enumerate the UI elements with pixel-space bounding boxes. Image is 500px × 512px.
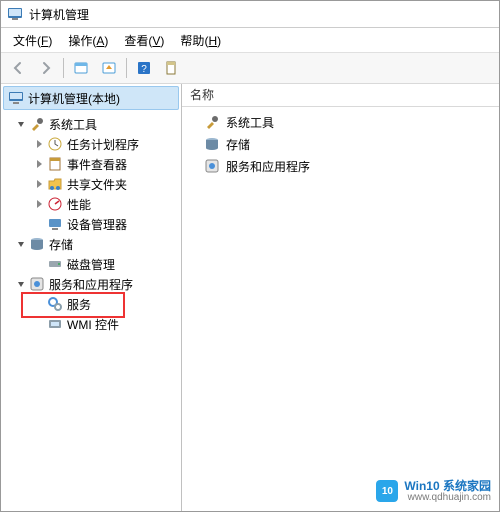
device-icon bbox=[47, 216, 63, 232]
list-item-storage[interactable]: 存储 bbox=[182, 133, 499, 155]
watermark-logo: 10 bbox=[376, 480, 398, 502]
tree-task-scheduler[interactable]: 任务计划程序 bbox=[1, 134, 181, 154]
toolbar-forward-button[interactable] bbox=[33, 55, 59, 81]
tree-label: 性能 bbox=[67, 196, 91, 213]
watermark-url: www.qdhuajin.com bbox=[408, 493, 491, 504]
tree-root-label: 计算机管理(本地) bbox=[28, 90, 120, 107]
tree-wmi[interactable]: WMI 控件 bbox=[1, 314, 181, 334]
tree-label: 服务和应用程序 bbox=[49, 276, 133, 293]
tree-disk-management[interactable]: 磁盘管理 bbox=[1, 254, 181, 274]
menu-file[interactable]: 文件(F) bbox=[5, 30, 60, 51]
list-item-label: 存储 bbox=[226, 136, 250, 153]
tree-label: 服务 bbox=[67, 296, 91, 313]
tree-label: 共享文件夹 bbox=[67, 176, 127, 193]
menu-view[interactable]: 查看(V) bbox=[116, 30, 172, 51]
chevron-right-icon[interactable] bbox=[33, 138, 45, 150]
window-frame: 计算机管理 文件(F) 操作(A) 查看(V) 帮助(H) ? bbox=[0, 0, 500, 512]
storage-icon bbox=[29, 236, 45, 252]
services-apps-icon bbox=[204, 158, 220, 174]
list-item-label: 服务和应用程序 bbox=[226, 158, 310, 175]
tree-event-viewer[interactable]: 事件查看器 bbox=[1, 154, 181, 174]
menu-bar: 文件(F) 操作(A) 查看(V) 帮助(H) bbox=[1, 28, 499, 53]
watermark-title: Win10 系统家园 bbox=[404, 480, 491, 493]
tree-label: 事件查看器 bbox=[67, 156, 127, 173]
folder-share-icon bbox=[47, 176, 63, 192]
tree-shared-folders[interactable]: 共享文件夹 bbox=[1, 174, 181, 194]
list-body: 系统工具 存储 服务和应用程序 bbox=[182, 107, 499, 181]
storage-icon bbox=[204, 136, 220, 152]
tree-pane[interactable]: 计算机管理(本地) 系统工具 任务计划程序 事件查看器 bbox=[1, 84, 182, 511]
tree-label: 任务计划程序 bbox=[67, 136, 139, 153]
chevron-right-icon[interactable] bbox=[33, 198, 45, 210]
svg-text:?: ? bbox=[141, 64, 147, 75]
toolbar-refresh-button[interactable] bbox=[159, 55, 185, 81]
gear-icon bbox=[47, 296, 63, 312]
toolbar-separator bbox=[63, 58, 64, 78]
tree-services[interactable]: 服务 bbox=[1, 294, 181, 314]
wmi-icon bbox=[47, 316, 63, 332]
tools-icon bbox=[204, 114, 220, 130]
event-icon bbox=[47, 156, 63, 172]
title-bar: 计算机管理 bbox=[1, 1, 499, 28]
toolbar-show-button[interactable] bbox=[96, 55, 122, 81]
chevron-right-icon[interactable] bbox=[33, 158, 45, 170]
list-item-services-apps[interactable]: 服务和应用程序 bbox=[182, 155, 499, 177]
disk-icon bbox=[47, 256, 63, 272]
tree-storage[interactable]: 存储 bbox=[1, 234, 181, 254]
tree-performance[interactable]: 性能 bbox=[1, 194, 181, 214]
list-header[interactable]: 名称 bbox=[182, 84, 499, 107]
tools-icon bbox=[29, 116, 45, 132]
toolbar-separator-2 bbox=[126, 58, 127, 78]
chevron-down-icon[interactable] bbox=[15, 278, 27, 290]
toolbar-back-button[interactable] bbox=[5, 55, 31, 81]
performance-icon bbox=[47, 196, 63, 212]
menu-action[interactable]: 操作(A) bbox=[60, 30, 116, 51]
chevron-down-icon[interactable] bbox=[15, 118, 27, 130]
tree-label: 系统工具 bbox=[49, 116, 97, 133]
tree-items: 系统工具 任务计划程序 事件查看器 共享文件夹 bbox=[1, 112, 181, 336]
tree-label: 存储 bbox=[49, 236, 73, 253]
list-item-system-tools[interactable]: 系统工具 bbox=[182, 111, 499, 133]
tree-services-apps[interactable]: 服务和应用程序 bbox=[1, 274, 181, 294]
computer-icon bbox=[8, 90, 24, 106]
watermark: 10 Win10 系统家园 www.qdhuajin.com bbox=[376, 480, 491, 503]
tree-label: 设备管理器 bbox=[67, 216, 127, 233]
client-area: 计算机管理(本地) 系统工具 任务计划程序 事件查看器 bbox=[1, 84, 499, 511]
tree-label: 磁盘管理 bbox=[67, 256, 115, 273]
toolbar-up-button[interactable] bbox=[68, 55, 94, 81]
list-pane[interactable]: 名称 系统工具 存储 服务和应用程序 10 Win10 bbox=[182, 84, 499, 511]
tree-label: WMI 控件 bbox=[67, 316, 119, 333]
tree-system-tools[interactable]: 系统工具 bbox=[1, 114, 181, 134]
menu-help[interactable]: 帮助(H) bbox=[172, 30, 229, 51]
clock-icon bbox=[47, 136, 63, 152]
list-item-label: 系统工具 bbox=[226, 114, 274, 131]
column-name: 名称 bbox=[190, 84, 214, 106]
toolbar: ? bbox=[1, 53, 499, 84]
chevron-down-icon[interactable] bbox=[15, 238, 27, 250]
tree-root[interactable]: 计算机管理(本地) bbox=[3, 86, 179, 110]
toolbar-properties-button[interactable]: ? bbox=[131, 55, 157, 81]
chevron-right-icon[interactable] bbox=[33, 178, 45, 190]
window-title: 计算机管理 bbox=[29, 6, 89, 23]
services-apps-icon bbox=[29, 276, 45, 292]
tree-device-manager[interactable]: 设备管理器 bbox=[1, 214, 181, 234]
app-icon bbox=[7, 6, 23, 22]
